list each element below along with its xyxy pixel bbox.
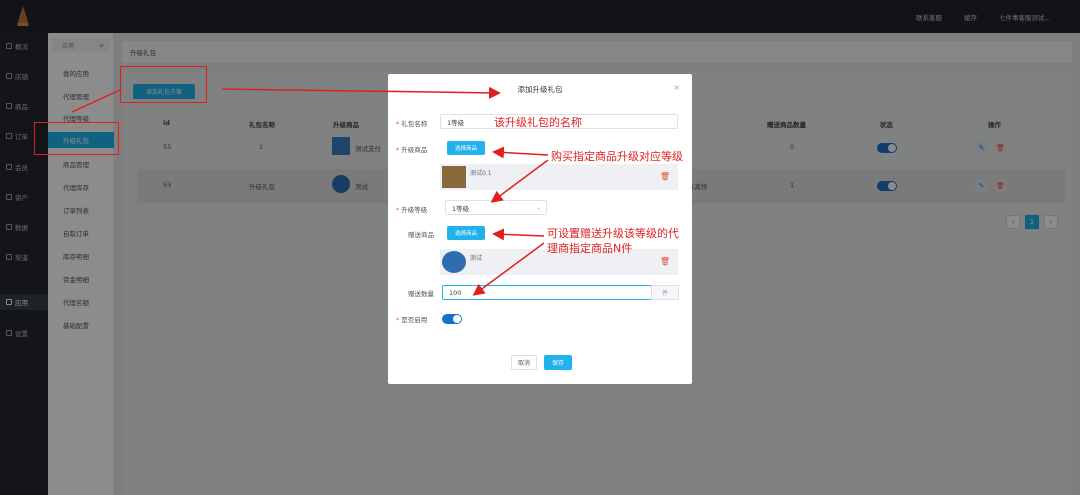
- enable-label: * 是否启用: [396, 316, 428, 324]
- chevron-down-icon: ⌄: [535, 204, 541, 211]
- annotation-box-submenu: [34, 122, 119, 155]
- upgrade-product-item: 测试0.1 🗑: [440, 164, 678, 190]
- upgrade-product-name: 测试0.1: [470, 170, 492, 177]
- gift-qty-unit: 件: [651, 285, 679, 300]
- enable-toggle[interactable]: [442, 314, 462, 324]
- product-image: [442, 166, 466, 188]
- remove-upgrade-product-icon[interactable]: 🗑: [660, 172, 670, 181]
- gift-name-label: * 礼包名称: [396, 120, 428, 128]
- gift-product-label: 赠送商品: [408, 231, 434, 239]
- gift-qty-label: 赠送数量: [408, 290, 434, 298]
- annotation-gift-line-2: 理商指定商品N件: [547, 242, 633, 255]
- annotation-upgrade-product: 购买指定商品升级对应等级: [551, 150, 683, 163]
- close-icon[interactable]: ×: [673, 83, 680, 92]
- product-image: [442, 251, 466, 273]
- select-gift-product-button[interactable]: 选择商品: [447, 226, 485, 240]
- upgrade-level-select[interactable]: 1等级 ⌄: [445, 200, 547, 215]
- upgrade-product-label: * 升级商品: [396, 146, 428, 154]
- remove-gift-product-icon[interactable]: 🗑: [660, 257, 670, 266]
- gift-qty-input[interactable]: 100: [442, 285, 652, 300]
- cancel-button[interactable]: 取消: [511, 355, 537, 370]
- upgrade-level-label: * 升级等级: [396, 206, 428, 214]
- gift-product-name: 测试: [470, 255, 483, 262]
- select-upgrade-product-button[interactable]: 选择商品: [447, 141, 485, 155]
- annotation-gift-name: 该升级礼包的名称: [494, 116, 582, 129]
- save-button[interactable]: 保存: [544, 355, 572, 370]
- annotation-box-add-button: [120, 66, 207, 103]
- dialog-title: 添加升级礼包: [517, 85, 563, 94]
- annotation-gift-line-1: 可设置赠送升级该等级的代: [547, 227, 679, 240]
